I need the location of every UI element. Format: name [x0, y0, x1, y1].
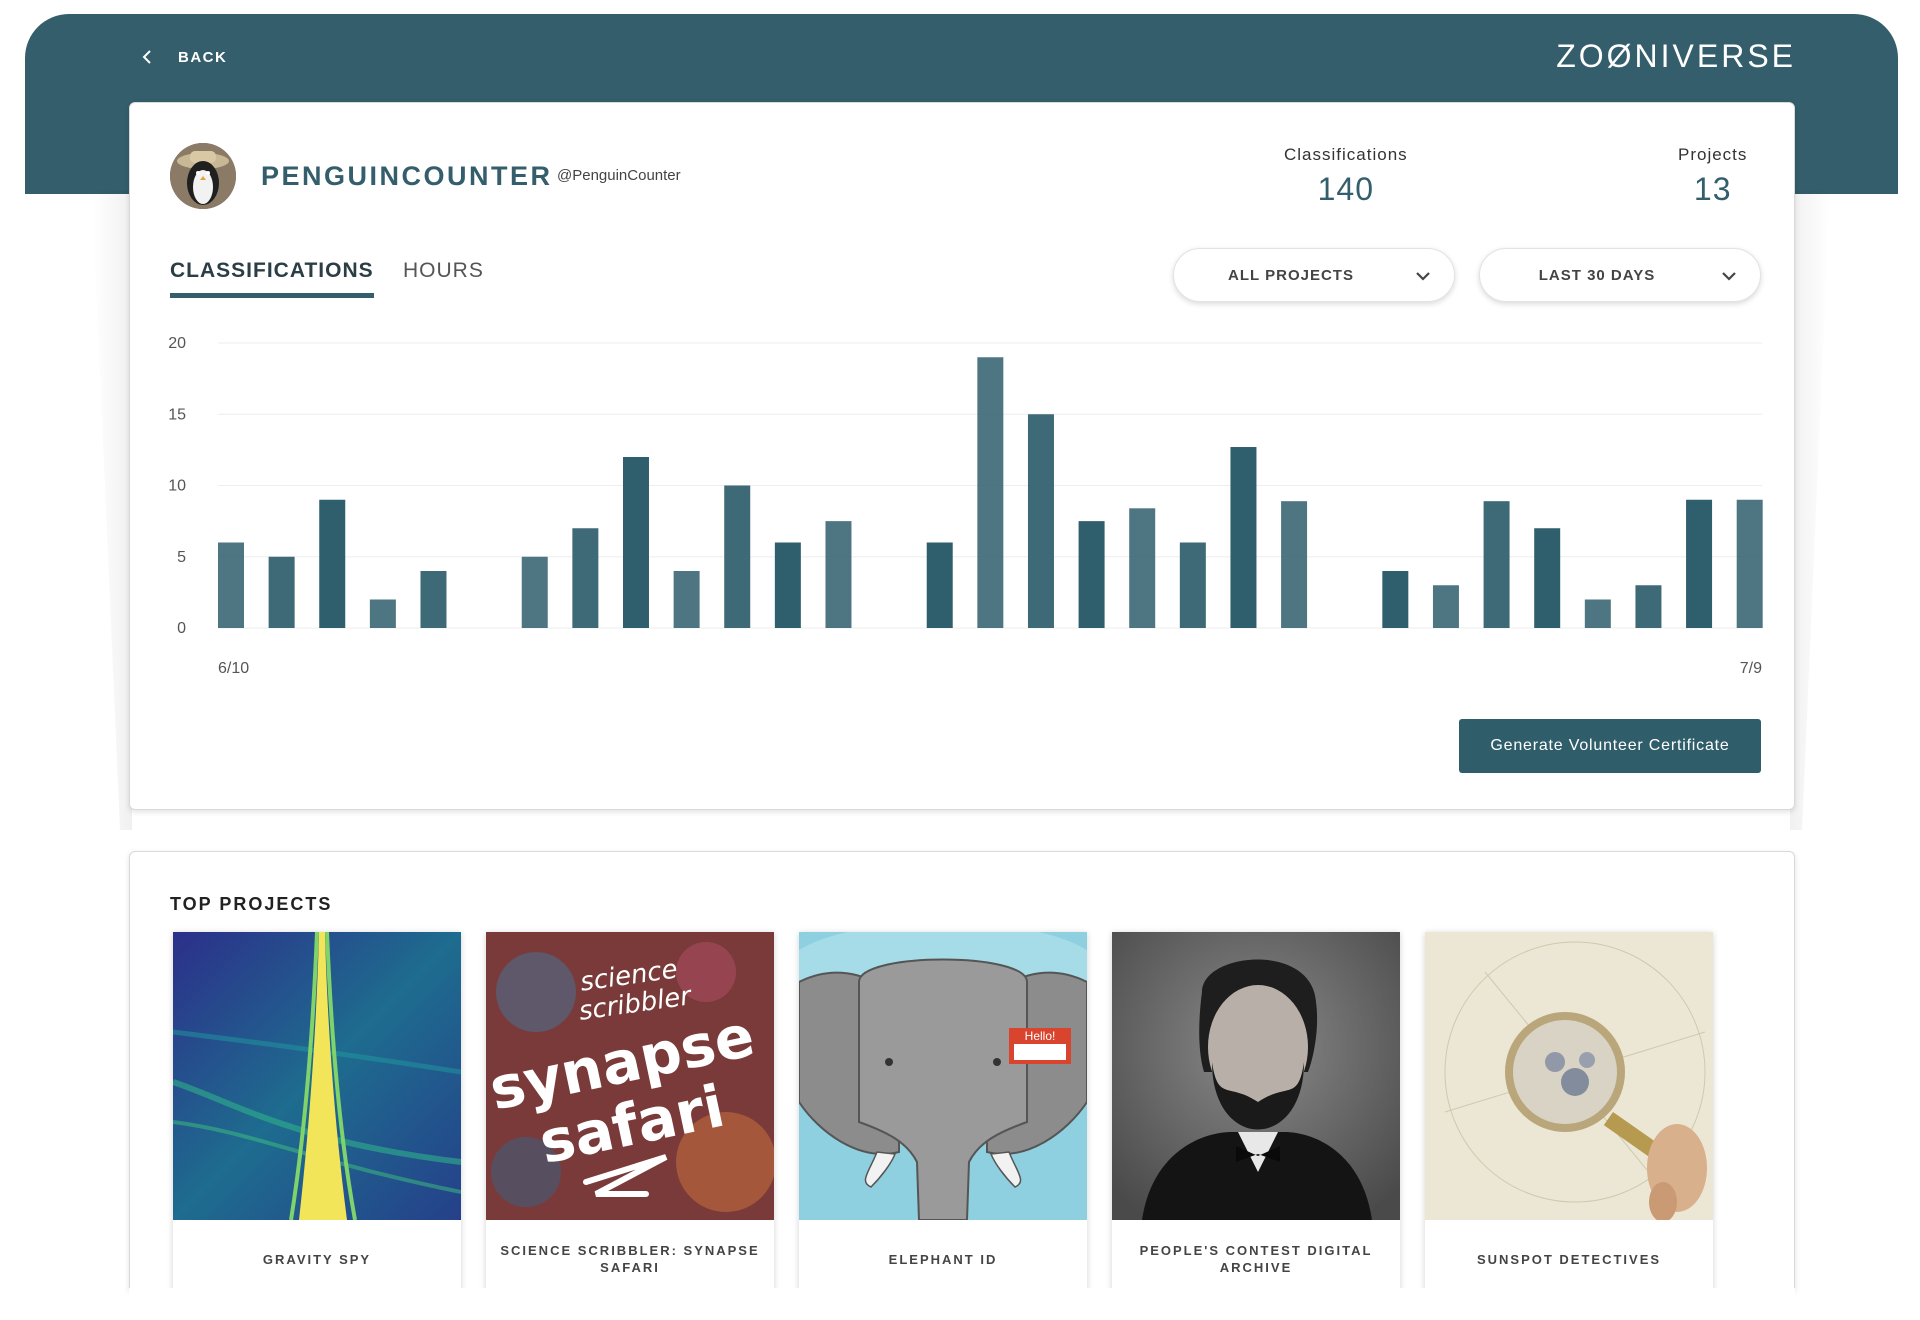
avatar [170, 143, 236, 209]
chart-bar[interactable] [1534, 528, 1561, 628]
project-card-elephant-id[interactable]: Hello! ELEPHANT ID [799, 932, 1087, 1304]
generate-certificate-button[interactable]: Generate Volunteer Certificate [1459, 719, 1761, 773]
chart-bar[interactable] [420, 571, 447, 628]
chart-bar[interactable] [1483, 501, 1510, 628]
projects-value: 13 [1693, 171, 1732, 207]
project-card-synapse-safari[interactable]: science scribbler synapse safari SCIENCE… [486, 932, 774, 1304]
portrait-image [1112, 932, 1400, 1220]
chart-bar[interactable] [1736, 499, 1763, 628]
user-handle: @PenguinCounter [557, 167, 681, 184]
chart-bar[interactable] [1230, 447, 1257, 628]
range-filter-dropdown[interactable]: LAST 30 DAYS [1479, 248, 1761, 302]
chart-bar[interactable] [1382, 571, 1409, 628]
elephant-tag-text: Hello! [1025, 1029, 1056, 1043]
back-button[interactable]: BACK [140, 44, 227, 70]
chart-bar[interactable] [774, 542, 801, 629]
project-card-sunspot-detectives[interactable]: SUNSPOT DETECTIVES [1425, 932, 1713, 1304]
chart-bar[interactable] [977, 357, 1004, 628]
range-filter-value: LAST 30 DAYS [1538, 266, 1656, 284]
projects-stat: Projects 13 [1678, 145, 1747, 208]
projects-label: Projects [1678, 145, 1748, 164]
project-filter-value: ALL PROJECTS [1228, 266, 1354, 284]
x-start-label: 6/10 [218, 660, 249, 677]
chart-bar[interactable] [1686, 499, 1713, 628]
chart-bar[interactable] [1027, 414, 1054, 628]
top-projects-card: TOP PROJECTS GRAVITY SPY science scribbl… [129, 851, 1795, 1304]
chart-bar[interactable] [1129, 508, 1156, 628]
chart-bar[interactable] [218, 542, 244, 629]
chart-bar[interactable] [622, 457, 649, 628]
y-tick-label: 15 [168, 406, 186, 423]
chart-bar[interactable] [319, 499, 346, 628]
chart-bar[interactable] [521, 556, 548, 628]
classifications-stat: Classifications 140 [1284, 145, 1408, 208]
chart-bar[interactable] [926, 542, 953, 629]
y-tick-label: 0 [177, 620, 186, 637]
chart-bar[interactable] [1078, 521, 1105, 628]
elephant-id-image: Hello! [799, 932, 1087, 1220]
chevron-down-icon [1722, 272, 1736, 281]
back-label: BACK [178, 48, 228, 66]
user-display-name: PENGUINCOUNTER [261, 161, 553, 191]
chart-bar[interactable] [369, 599, 396, 629]
chart-bar[interactable] [268, 556, 295, 628]
avatar-penguin-icon [170, 143, 236, 209]
tab-hours[interactable]: HOURS [403, 259, 484, 293]
y-tick-label: 10 [168, 478, 186, 495]
classifications-value: 140 [1317, 171, 1375, 207]
chart-bar[interactable] [1281, 501, 1308, 628]
top-projects-title: TOP PROJECTS [170, 894, 333, 914]
decorative-shadow [1790, 190, 1830, 830]
chart-bar[interactable] [1635, 585, 1662, 628]
project-card-peoples-contest[interactable]: PEOPLE'S CONTEST DIGITAL ARCHIVE [1112, 932, 1400, 1304]
zooniverse-logo[interactable]: ZOØNIVERSE [1556, 38, 1796, 75]
chevron-left-icon [142, 50, 151, 64]
chart-bar[interactable] [1179, 542, 1206, 629]
chart-bar[interactable] [1432, 585, 1459, 628]
y-tick-label: 20 [168, 335, 186, 352]
chart-bar[interactable] [724, 485, 751, 629]
chevron-down-icon [1416, 272, 1430, 281]
classifications-label: Classifications [1284, 145, 1408, 164]
tab-classifications[interactable]: CLASSIFICATIONS [170, 259, 374, 298]
classifications-bar-chart: 0 5 10 15 20 6/10 7/9 [168, 335, 1763, 677]
decorative-shadow [92, 190, 132, 830]
page-bottom-fade [129, 1288, 1795, 1320]
chart-bar[interactable] [572, 528, 599, 628]
synapse-safari-image: science scribbler synapse safari [486, 932, 774, 1220]
y-tick-label: 5 [177, 549, 186, 566]
sunspot-detectives-image [1425, 932, 1713, 1220]
stats-card: PENGUINCOUNTER @PenguinCounter Classific… [129, 102, 1795, 810]
gravity-spy-image [173, 932, 461, 1220]
project-card-gravity-spy[interactable]: GRAVITY SPY [173, 932, 461, 1304]
x-end-label: 7/9 [1740, 660, 1762, 677]
chart-bar[interactable] [1584, 599, 1611, 629]
chart-bar[interactable] [825, 521, 852, 628]
chart-bar[interactable] [673, 571, 700, 628]
project-filter-dropdown[interactable]: ALL PROJECTS [1173, 248, 1455, 302]
